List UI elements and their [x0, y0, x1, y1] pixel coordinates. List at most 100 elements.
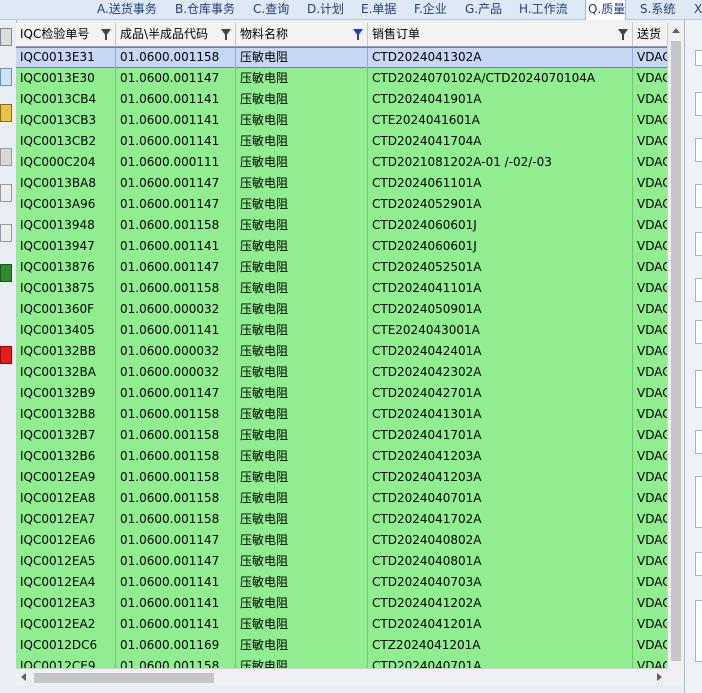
cell-delivery[interactable]: VDAC — [633, 383, 667, 404]
cell-sales-order[interactable]: CTD2024040703A — [368, 572, 633, 593]
cell-product-code[interactable]: 01.0600.001158 — [116, 467, 236, 488]
cell-product-code[interactable]: 01.0600.001158 — [116, 446, 236, 467]
cell-delivery[interactable]: VDAC — [633, 341, 667, 362]
detail-field[interactable] — [695, 600, 702, 662]
cell-iqc-no[interactable]: IQC0013A96 — [16, 194, 116, 215]
table-row[interactable]: IQC00132BA 01.0600.000032 压敏电阻 CTD202404230… — [16, 362, 667, 383]
cell-material-name[interactable]: 压敏电阻 — [236, 152, 368, 173]
cell-material-name[interactable]: 压敏电阻 — [236, 320, 368, 341]
cell-sales-order[interactable]: CTD2024042302A — [368, 362, 633, 383]
cell-material-name[interactable]: 压敏电阻 — [236, 635, 368, 656]
table-row[interactable]: IQC0012EA7 01.0600.001158 压敏电阻 CTD202404170… — [16, 509, 667, 530]
cell-product-code[interactable]: 01.0600.001141 — [116, 236, 236, 257]
table-row[interactable]: IQC0012CE9 01.0600.001158 压敏电阻 CTD202404070… — [16, 656, 667, 668]
cell-product-code[interactable]: 01.0600.001147 — [116, 194, 236, 215]
scroll-thumb[interactable] — [671, 41, 681, 661]
table-row[interactable]: IQC0012EA9 01.0600.001158 压敏电阻 CTD202404120… — [16, 467, 667, 488]
table-row[interactable]: IQC0013CB2 01.0600.001141 压敏电阻 CTD202404170… — [16, 131, 667, 152]
cell-delivery[interactable]: VDAC — [633, 215, 667, 236]
table-row[interactable]: IQC0013E31 01.0600.001158 压敏电阻 CTD202404130… — [16, 47, 667, 69]
cell-iqc-no[interactable]: IQC0012EA6 — [16, 530, 116, 551]
detail-field[interactable] — [695, 138, 702, 162]
cell-material-name[interactable]: 压敏电阻 — [236, 404, 368, 425]
menu-item[interactable]: H.工作流 — [519, 0, 568, 19]
cell-product-code[interactable]: 01.0600.000032 — [116, 299, 236, 320]
menu-item[interactable]: F.企业 — [414, 0, 447, 19]
menu-item[interactable]: B.仓库事务 — [175, 0, 235, 19]
cell-material-name[interactable]: 压敏电阻 — [236, 341, 368, 362]
cell-sales-order[interactable]: CTD2024041701A — [368, 425, 633, 446]
cell-iqc-no[interactable]: IQC0013948 — [16, 215, 116, 236]
cell-iqc-no[interactable]: IQC0012EA4 — [16, 572, 116, 593]
cell-delivery[interactable]: VDAC — [633, 635, 667, 656]
cell-product-code[interactable]: 01.0600.001141 — [116, 572, 236, 593]
cell-product-code[interactable]: 01.0600.001141 — [116, 320, 236, 341]
detail-field[interactable] — [695, 184, 702, 208]
cell-sales-order[interactable]: CTD2024061101A — [368, 173, 633, 194]
cell-iqc-no[interactable]: IQC0012EA2 — [16, 614, 116, 635]
cell-material-name[interactable]: 压敏电阻 — [236, 68, 368, 89]
cell-delivery[interactable]: VDAC — [633, 362, 667, 383]
cell-sales-order[interactable]: CTD2024041203A — [368, 467, 633, 488]
cell-sales-order[interactable]: CTD2024040801A — [368, 551, 633, 572]
cell-material-name[interactable]: 压敏电阻 — [236, 362, 368, 383]
cell-sales-order[interactable]: CTD2024040701A — [368, 488, 633, 509]
table-row[interactable]: IQC0012DC6 01.0600.001169 压敏电阻 CTZ202404120… — [16, 635, 667, 656]
cell-iqc-no[interactable]: IQC00132B7 — [16, 425, 116, 446]
cell-product-code[interactable]: 01.0600.001147 — [116, 173, 236, 194]
scroll-up-icon[interactable] — [672, 28, 680, 33]
cell-iqc-no[interactable]: IQC00132B6 — [16, 446, 116, 467]
table-row[interactable]: IQC0012EA4 01.0600.001141 压敏电阻 CTD202404070… — [16, 572, 667, 593]
vertical-scrollbar[interactable] — [667, 23, 684, 668]
detail-field[interactable] — [695, 278, 702, 302]
cell-product-code[interactable]: 01.0600.001147 — [116, 257, 236, 278]
table-row[interactable]: IQC0012EA6 01.0600.001147 压敏电阻 CTD202404080… — [16, 530, 667, 551]
cell-delivery[interactable]: VDAC — [633, 593, 667, 614]
cell-material-name[interactable]: 压敏电阻 — [236, 48, 368, 69]
table-row[interactable]: IQC000C204 01.0600.000111 压敏电阻 CTD202108120… — [16, 152, 667, 173]
cell-sales-order[interactable]: CTE2024041601A — [368, 110, 633, 131]
cell-material-name[interactable]: 压敏电阻 — [236, 446, 368, 467]
cell-delivery[interactable]: VDAC — [633, 446, 667, 467]
cell-product-code[interactable]: 01.0600.000032 — [116, 362, 236, 383]
table-row[interactable]: IQC0013947 01.0600.001141 压敏电阻 CTD202406060… — [16, 236, 667, 257]
cell-material-name[interactable]: 压敏电阻 — [236, 551, 368, 572]
cell-sales-order[interactable]: CTD2024041101A — [368, 278, 633, 299]
edit-icon[interactable] — [0, 104, 12, 122]
cell-product-code[interactable]: 01.0600.001147 — [116, 530, 236, 551]
cell-sales-order[interactable]: CTD2024041702A — [368, 509, 633, 530]
cell-material-name[interactable]: 压敏电阻 — [236, 236, 368, 257]
cell-sales-order[interactable]: CTD2024041301A — [368, 404, 633, 425]
detail-field[interactable] — [695, 320, 702, 344]
table-row[interactable]: IQC0012EA5 01.0600.001147 压敏电阻 CTD202404080… — [16, 551, 667, 572]
cell-product-code[interactable]: 01.0600.000111 — [116, 152, 236, 173]
cell-delivery[interactable]: VDAC — [633, 257, 667, 278]
table-row[interactable]: IQC00132B6 01.0600.001158 压敏电阻 CTD202404120… — [16, 446, 667, 467]
check-icon[interactable] — [0, 264, 12, 282]
cell-sales-order[interactable]: CTD2024050901A — [368, 299, 633, 320]
cell-sales-order[interactable]: CTD2024041302A — [368, 48, 633, 69]
cell-iqc-no[interactable]: IQC0013E31 — [16, 48, 116, 69]
scroll-thumb[interactable] — [34, 673, 214, 683]
cell-delivery[interactable]: VDAC — [633, 551, 667, 572]
cell-iqc-no[interactable]: IQC0013875 — [16, 278, 116, 299]
cell-product-code[interactable]: 01.0600.001141 — [116, 110, 236, 131]
table-row[interactable]: IQC0013CB3 01.0600.001141 压敏电阻 CTE202404160… — [16, 110, 667, 131]
cell-iqc-no[interactable]: IQC0012EA9 — [16, 467, 116, 488]
cell-delivery[interactable]: VDAC — [633, 278, 667, 299]
cell-iqc-no[interactable]: IQC0012EA7 — [16, 509, 116, 530]
cell-product-code[interactable]: 01.0600.001169 — [116, 635, 236, 656]
cell-delivery[interactable]: VDAC — [633, 467, 667, 488]
table-row[interactable]: IQC00132BB 01.0600.000032 压敏电阻 CTD202404240… — [16, 341, 667, 362]
cell-product-code[interactable]: 01.0600.001158 — [116, 488, 236, 509]
cell-delivery[interactable]: VDAC — [633, 68, 667, 89]
list-icon[interactable] — [0, 224, 12, 242]
cell-iqc-no[interactable]: IQC0012EA8 — [16, 488, 116, 509]
clipboard-icon[interactable] — [0, 184, 12, 202]
funnel-icon[interactable] — [101, 29, 111, 40]
funnel-icon[interactable] — [618, 29, 628, 40]
detail-field[interactable] — [695, 370, 702, 408]
menu-item[interactable]: S.系统 — [640, 0, 675, 19]
cell-sales-order[interactable]: CTD2024041704A — [368, 131, 633, 152]
cell-delivery[interactable]: VDAC — [633, 236, 667, 257]
